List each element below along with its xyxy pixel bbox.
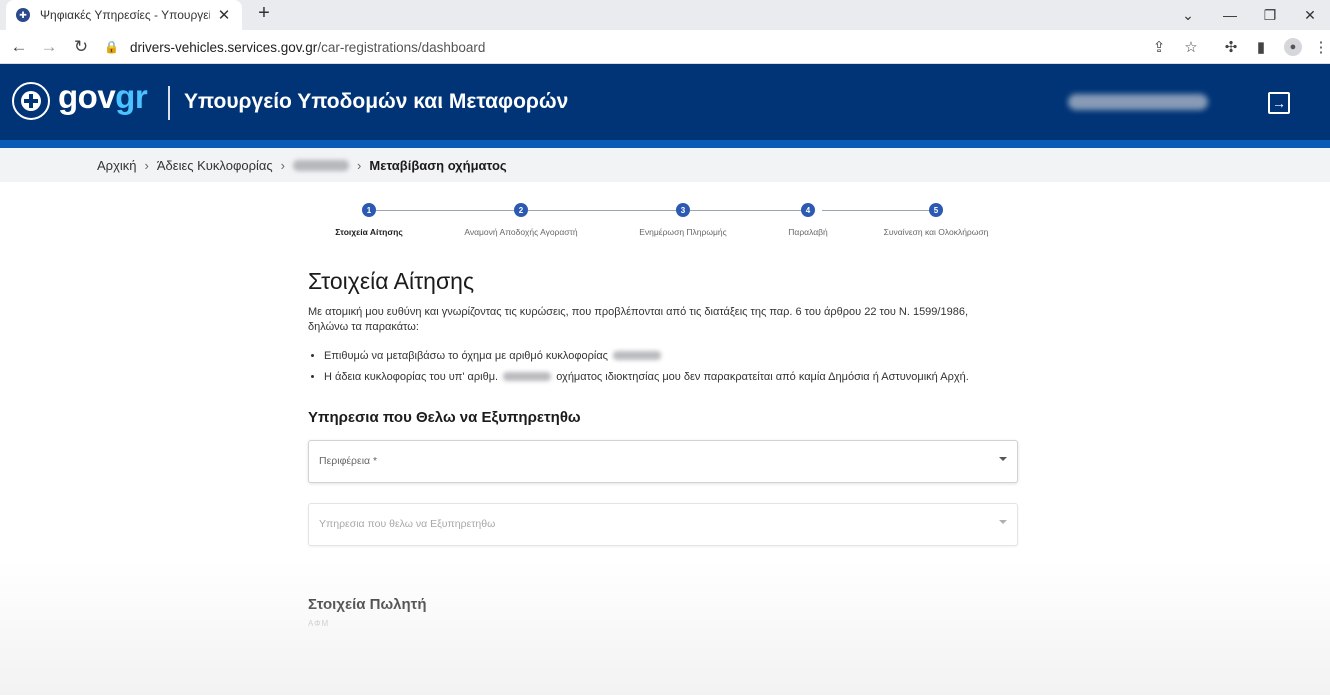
plate-number-redacted bbox=[613, 351, 662, 361]
restore-icon[interactable]: ❐ bbox=[1250, 0, 1290, 30]
step-5: 5 Συναίνεση και Ολοκλήρωση bbox=[861, 203, 1011, 237]
extensions-puzzle-icon[interactable]: ✣ bbox=[1218, 34, 1244, 60]
step-label: Στοιχεία Αίτησης bbox=[335, 227, 403, 237]
browser-toolbar: ← → ↻ 🔒 drivers-vehicles.services.gov.gr… bbox=[0, 30, 1330, 64]
region-select-placeholder: Περιφέρεια * bbox=[319, 455, 378, 468]
breadcrumb-licenses[interactable]: Άδειες Κυκλοφορίας bbox=[157, 158, 273, 173]
declaration-list: Επιθυμώ να μεταβιβάσω το όχημα με αριθμό… bbox=[308, 350, 1028, 383]
step-number: 5 bbox=[929, 203, 943, 217]
profile-icon[interactable]: ● bbox=[1280, 34, 1306, 60]
url-host: drivers-vehicles.services.gov.gr bbox=[130, 39, 318, 55]
declaration-intro: Με ατομική μου ευθύνη και γνωρίζοντας τι… bbox=[308, 306, 968, 334]
page-title: Στοιχεία Αίτησης bbox=[308, 268, 475, 294]
bookmark-star-icon[interactable]: ☆ bbox=[1178, 34, 1204, 60]
back-arrow-icon[interactable]: ← bbox=[6, 34, 32, 60]
declaration-bullet-2b: οχήματος ιδιοκτησίας μου δεν παρακρατείτ… bbox=[556, 370, 969, 383]
menu-dots-icon[interactable]: ⋮ bbox=[1308, 34, 1330, 60]
browser-tab[interactable]: ✚ Ψηφιακές Υπηρεσίες - Υπουργεί ✕ bbox=[6, 0, 242, 30]
new-tab-button[interactable]: + bbox=[252, 2, 276, 26]
greek-emblem-icon bbox=[12, 82, 50, 120]
address-bar[interactable]: 🔒 drivers-vehicles.services.gov.gr /car-… bbox=[104, 33, 1204, 61]
reload-icon[interactable]: ↻ bbox=[68, 34, 94, 60]
logout-icon[interactable]: → bbox=[1268, 92, 1290, 114]
tab-title: Ψηφιακές Υπηρεσίες - Υπουργεί bbox=[40, 8, 210, 22]
dropdown-arrow-icon bbox=[999, 456, 1007, 461]
breadcrumb-separator: › bbox=[280, 157, 286, 173]
afm-field[interactable] bbox=[308, 636, 1018, 670]
service-section-heading: Υπηρεσια που Θελω να Εξυπηρετηθω bbox=[308, 408, 581, 426]
close-window-icon[interactable]: ✕ bbox=[1290, 0, 1330, 30]
forward-arrow-icon[interactable]: → bbox=[36, 34, 62, 60]
list-item: Η άδεια κυκλοφορίας του υπ' αριθμ. οχήμα… bbox=[324, 371, 1028, 383]
ministry-title: Υπουργείο Υποδομών και Μεταφορών bbox=[184, 90, 569, 113]
breadcrumb-home[interactable]: Αρχική bbox=[97, 158, 137, 173]
progress-stepper: 1 Στοιχεία Αίτησης 2 Αναμονή Αποδοχής Αγ… bbox=[310, 200, 1030, 244]
step-number: 1 bbox=[362, 203, 376, 217]
declaration-bullet-2a: Η άδεια κυκλοφορίας του υπ' αριθμ. bbox=[324, 370, 499, 383]
step-2: 2 Αναμονή Αποδοχής Αγοραστή bbox=[446, 203, 596, 237]
application-form: Στοιχεία Αίτησης Με ατομική μου ευθύνη κ… bbox=[308, 268, 1028, 670]
step-label: Αναμονή Αποδοχής Αγοραστή bbox=[464, 227, 578, 237]
user-name-redacted bbox=[1068, 94, 1208, 110]
region-select[interactable]: Περιφέρεια * bbox=[308, 439, 1018, 483]
header-stripe bbox=[0, 140, 1330, 148]
seller-section-heading: Στοιχεία Πωλητή bbox=[308, 595, 427, 613]
side-panel-icon[interactable]: ▮ bbox=[1248, 34, 1274, 60]
tab-close-icon[interactable]: ✕ bbox=[216, 6, 232, 24]
breadcrumb-separator: › bbox=[144, 157, 149, 173]
step-number: 4 bbox=[801, 203, 815, 217]
declaration-bullet-1: Επιθυμώ να μεταβιβάσω το όχημα με αριθμό… bbox=[324, 349, 608, 362]
share-icon[interactable]: ⇪ bbox=[1146, 34, 1172, 60]
breadcrumb-separator: › bbox=[357, 157, 362, 173]
step-label: Συναίνεση και Ολοκλήρωση bbox=[883, 227, 989, 237]
govgr-logo[interactable]: govgr bbox=[58, 78, 148, 116]
browser-tab-bar: ✚ Ψηφιακές Υπηρεσίες - Υπουργεί ✕ + ⌄ — … bbox=[0, 0, 1330, 30]
tab-search-icon[interactable]: ⌄ bbox=[1168, 0, 1208, 30]
step-number: 2 bbox=[514, 203, 528, 217]
minimize-icon[interactable]: — bbox=[1210, 0, 1250, 30]
breadcrumb-plate-redacted[interactable] bbox=[293, 159, 350, 171]
list-item: Επιθυμώ να μεταβιβάσω το όχημα με αριθμό… bbox=[324, 350, 1028, 362]
afm-label: ΑΦΜ bbox=[308, 618, 330, 628]
breadcrumb: Αρχική › Άδειες Κυκλοφορίας › › Μεταβίβα… bbox=[0, 148, 1330, 182]
step-number: 3 bbox=[676, 203, 690, 217]
lock-icon: 🔒 bbox=[104, 40, 119, 54]
site-header: govgr Υπουργείο Υποδομών και Μεταφορών → bbox=[0, 64, 1330, 148]
url-path: /car-registrations/dashboard bbox=[317, 39, 486, 55]
breadcrumb-current: Μεταβίβαση οχήματος bbox=[369, 157, 507, 173]
site-favicon-icon: ✚ bbox=[16, 8, 30, 22]
service-select-placeholder: Υπηρεσια που θελω να Εξυπηρετηθω bbox=[319, 518, 496, 531]
header-divider bbox=[168, 86, 170, 120]
service-select[interactable]: Υπηρεσια που θελω να Εξυπηρετηθω bbox=[308, 502, 1018, 546]
plate-number-redacted bbox=[503, 372, 552, 382]
dropdown-arrow-icon bbox=[999, 519, 1007, 524]
step-1: 1 Στοιχεία Αίτησης bbox=[294, 203, 444, 237]
